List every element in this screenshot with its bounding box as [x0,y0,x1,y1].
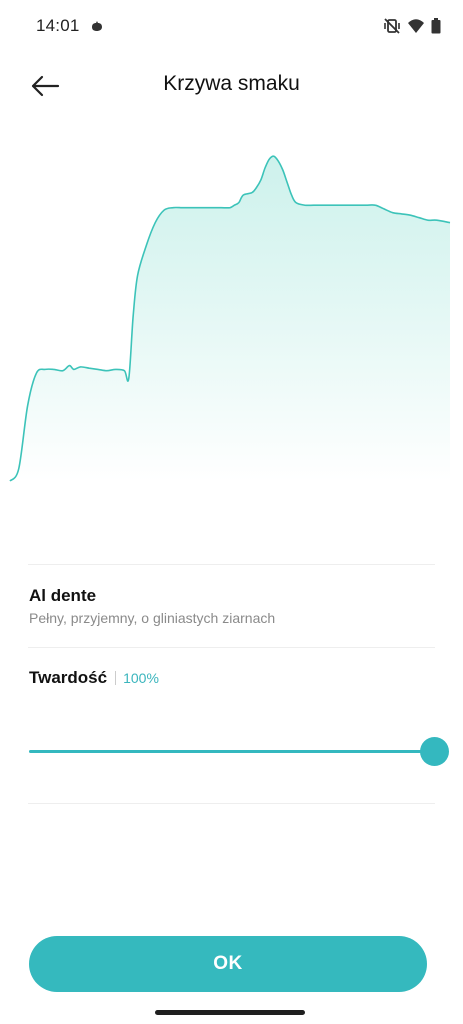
vibrate-off-icon [383,17,401,35]
divider [28,564,435,565]
profile-description: Pełny, przyjemny, o gliniastych ziarnach [29,610,276,626]
gesture-bar [155,1010,305,1015]
battery-icon [431,18,441,34]
divider [28,647,435,648]
wifi-icon [407,18,425,34]
hardness-value: 100% [123,670,159,686]
hardness-label: Twardość [29,668,108,687]
slider-fill [29,750,434,753]
divider [28,803,435,804]
flavor-curve-svg [9,155,451,482]
cat-notification-icon [90,19,104,33]
app-bar: Krzywa smaku [0,60,463,112]
hardness-separator [115,671,117,685]
status-time: 14:01 [36,16,80,35]
ok-button[interactable]: OK [29,936,427,992]
hardness-slider[interactable] [29,730,449,774]
page-title: Krzywa smaku [163,72,300,95]
flavor-curve-chart [0,120,463,560]
profile-name: Al dente [29,586,97,605]
hardness-row: Twardość 100% [29,668,159,688]
slider-thumb[interactable] [420,737,449,766]
curve-area-fill [10,156,450,481]
status-bar: 14:01 [0,0,463,54]
